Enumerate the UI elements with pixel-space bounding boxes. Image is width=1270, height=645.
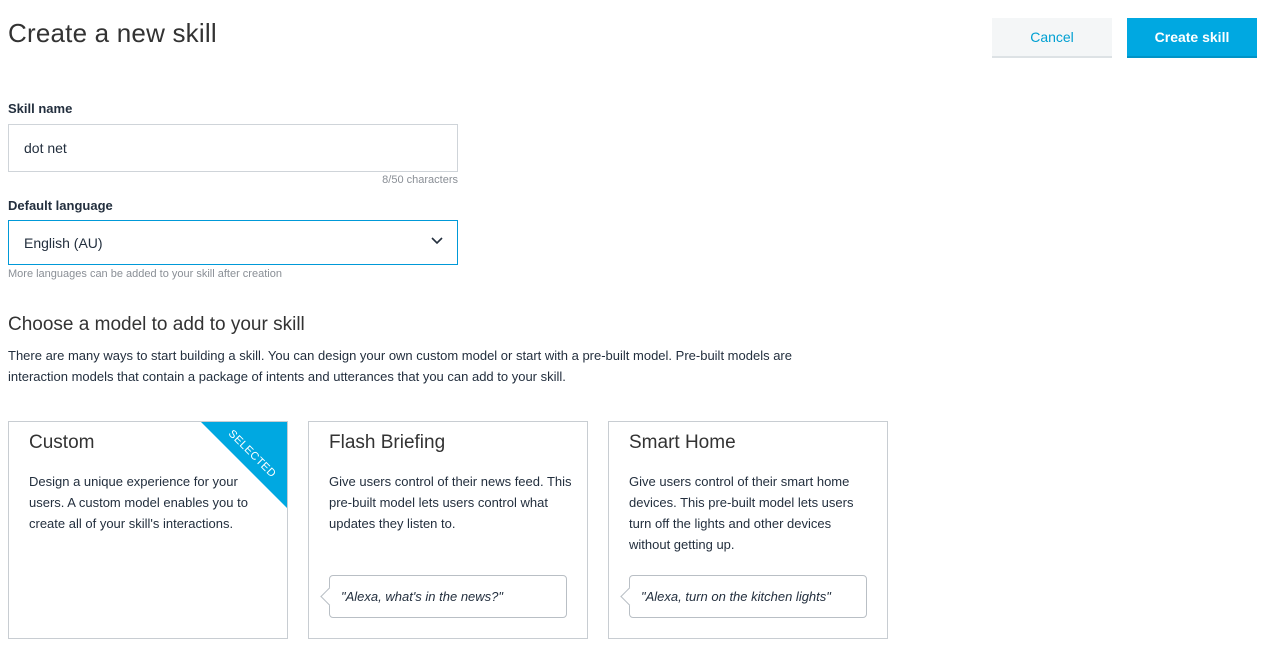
skill-name-label: Skill name — [8, 101, 73, 116]
model-section-title: Choose a model to add to your skill — [8, 314, 305, 335]
model-card-flash-briefing[interactable]: Flash Briefing Give users control of the… — [308, 421, 588, 639]
card-title: Smart Home — [629, 432, 736, 453]
chevron-down-icon — [431, 237, 443, 245]
page-title: Create a new skill — [8, 18, 217, 48]
cancel-button[interactable]: Cancel — [992, 18, 1112, 58]
default-language-select[interactable]: English (AU) — [8, 220, 458, 265]
example-utterance-bubble: "Alexa, what's in the news?" — [329, 575, 567, 618]
default-language-label: Default language — [8, 198, 113, 213]
language-hint: More languages can be added to your skil… — [8, 268, 282, 280]
card-description: Give users control of their news feed. T… — [329, 474, 572, 531]
selected-ribbon: SELECTED — [201, 422, 287, 508]
example-utterance-bubble: "Alexa, turn on the kitchen lights" — [629, 575, 867, 618]
create-skill-button[interactable]: Create skill — [1127, 18, 1257, 58]
card-title: Custom — [29, 432, 95, 453]
model-card-smart-home[interactable]: Smart Home Give users control of their s… — [608, 421, 888, 639]
character-count: 8/50 characters — [382, 174, 458, 186]
model-section-description: There are many ways to start building a … — [8, 348, 792, 384]
skill-name-input[interactable] — [8, 124, 458, 172]
model-card-custom[interactable]: Custom Design a unique experience for yo… — [8, 421, 288, 639]
card-description: Give users control of their smart home d… — [629, 474, 854, 552]
default-language-value: English (AU) — [24, 234, 103, 251]
card-title: Flash Briefing — [329, 432, 446, 453]
